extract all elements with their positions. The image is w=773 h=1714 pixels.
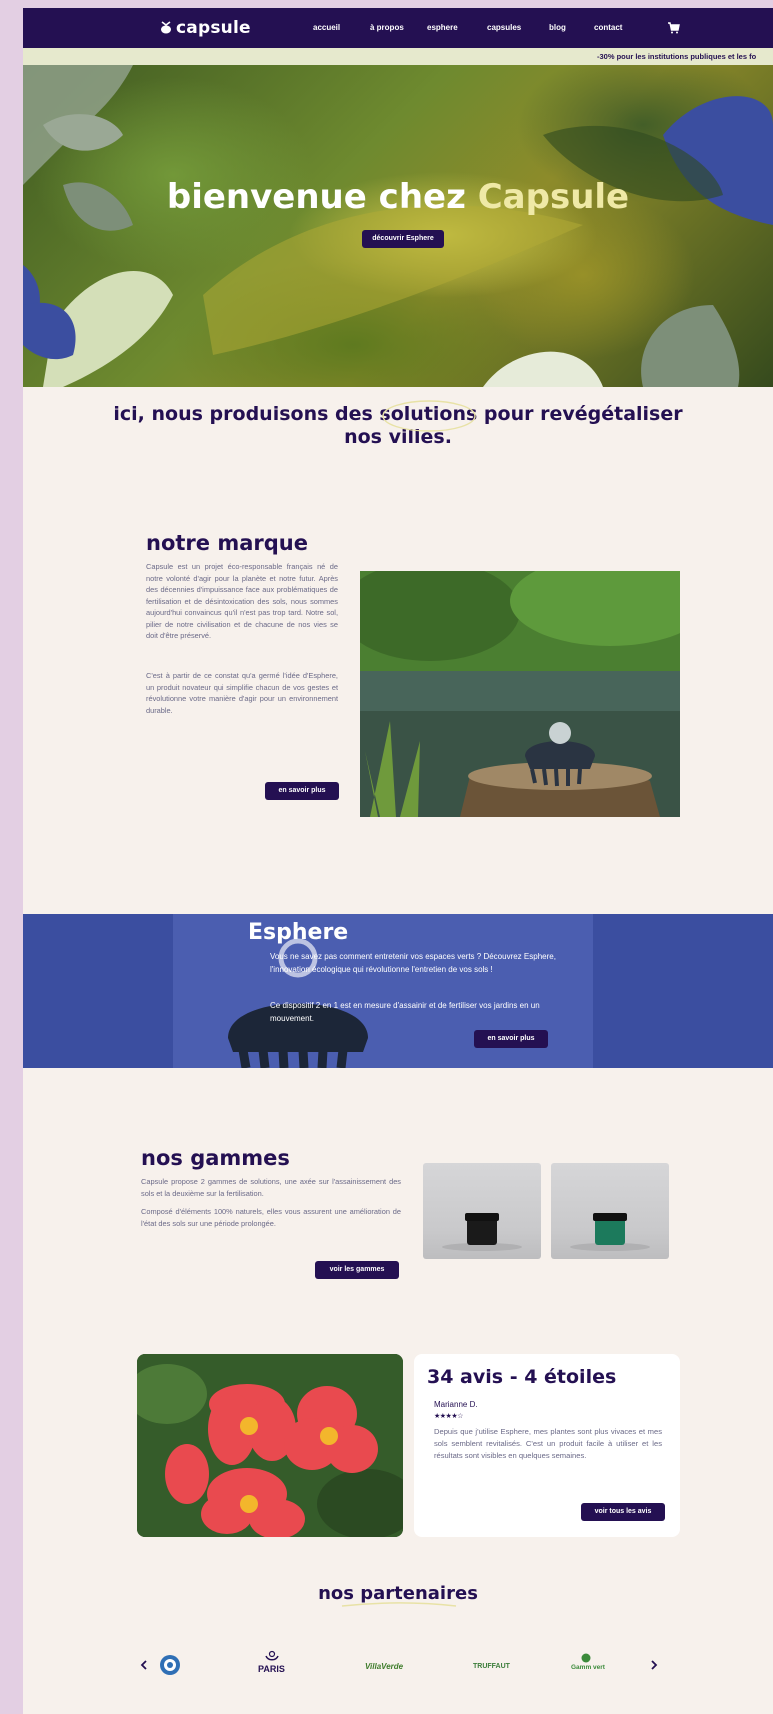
chevron-left-icon[interactable] — [139, 1659, 149, 1671]
partners-underline — [341, 1602, 457, 1607]
brand-paragraph1: Capsule est un projet éco-responsable fr… — [146, 562, 338, 640]
nav-a-propos[interactable]: à propos — [370, 23, 404, 32]
flower-photo-art — [137, 1354, 403, 1537]
partner-paris-logo: PARIS — [258, 1664, 285, 1674]
partner-truffaut-logo: TRUFFAUT — [473, 1663, 510, 1670]
gammvert-leaf-icon — [581, 1653, 591, 1663]
nav-contact[interactable]: contact — [594, 23, 622, 32]
nav-capsules[interactable]: capsules — [487, 23, 521, 32]
brand-paragraph2: C'est à partir de ce constat qu'a germé … — [146, 671, 338, 715]
esphere-title: Esphere — [248, 920, 349, 945]
review-text: Depuis que j'utilise Esphere, mes plante… — [434, 1427, 662, 1460]
esphere-paragraph2: Ce dispositif 2 en 1 est en mesure d'ass… — [270, 1001, 540, 1023]
gammes-paragraph1: Capsule propose 2 gammes de solutions, u… — [141, 1177, 401, 1198]
chevron-right-icon[interactable] — [649, 1659, 659, 1671]
flower-photo — [137, 1354, 403, 1537]
promo-text: -30% pour les institutions publiques et … — [597, 52, 757, 61]
esphere-more-button[interactable]: en savoir plus — [474, 1030, 548, 1048]
cart-icon[interactable] — [668, 22, 680, 34]
hero-title: bienvenue chez Capsule — [23, 177, 773, 217]
review-card: 34 avis - 4 étoiles Marianne D. ★★★★☆ De… — [414, 1354, 680, 1537]
gamme-assainissement-image[interactable] — [423, 1163, 541, 1259]
green-jar-icon — [570, 1213, 650, 1251]
rating-stars-icon: ★★★★☆ — [434, 1413, 463, 1420]
page: capsule accueil à propos esphere capsule… — [23, 8, 773, 1714]
lake-photo-art — [360, 571, 680, 817]
nav-blog[interactable]: blog — [549, 23, 566, 32]
gammes-button[interactable]: voir les gammes — [315, 1261, 399, 1279]
hero-title-main: bienvenue chez — [166, 177, 478, 217]
paris-ship-icon — [265, 1650, 279, 1661]
brand-title: notre marque — [146, 531, 308, 555]
nav-accueil[interactable]: accueil — [313, 23, 340, 32]
hero-section: bienvenue chez Capsule découvrir Esphere — [23, 65, 773, 387]
black-jar-icon — [442, 1213, 522, 1251]
esphere-paragraph1: Vous ne savez pas comment entretenir vos… — [270, 952, 556, 974]
main-menu: accueil à propos esphere capsules blog c… — [23, 23, 773, 37]
reviews-title: 34 avis - 4 étoiles — [427, 1366, 617, 1388]
partner-gammvert-logo: Gamm vert — [571, 1664, 605, 1671]
esphere-banner: Esphere Vous ne savez pas comment entret… — [23, 914, 773, 1068]
promo-banner: -30% pour les institutions publiques et … — [23, 48, 773, 65]
headline-highlight-ellipse — [382, 400, 476, 432]
reviewer-name: Marianne D. — [434, 1400, 478, 1409]
hero-title-brand: Capsule — [477, 177, 630, 217]
brand-more-button[interactable]: en savoir plus — [265, 782, 339, 800]
all-reviews-button[interactable]: voir tous les avis — [581, 1503, 665, 1521]
gammes-paragraph2: Composé d'éléments 100% naturels, elles … — [141, 1207, 401, 1228]
navbar: capsule accueil à propos esphere capsule… — [23, 8, 773, 48]
partner-villaverde-logo: VillaVerde — [365, 1662, 404, 1671]
gammes-title: nos gammes — [141, 1146, 290, 1170]
lake-photo — [360, 571, 680, 817]
gamme-fertilisation-image[interactable] — [551, 1163, 669, 1259]
hero-foliage — [23, 65, 773, 387]
nav-esphere[interactable]: esphere — [427, 23, 458, 32]
partner-seal-logo-icon — [160, 1655, 180, 1675]
discover-esphere-button[interactable]: découvrir Esphere — [362, 230, 444, 248]
